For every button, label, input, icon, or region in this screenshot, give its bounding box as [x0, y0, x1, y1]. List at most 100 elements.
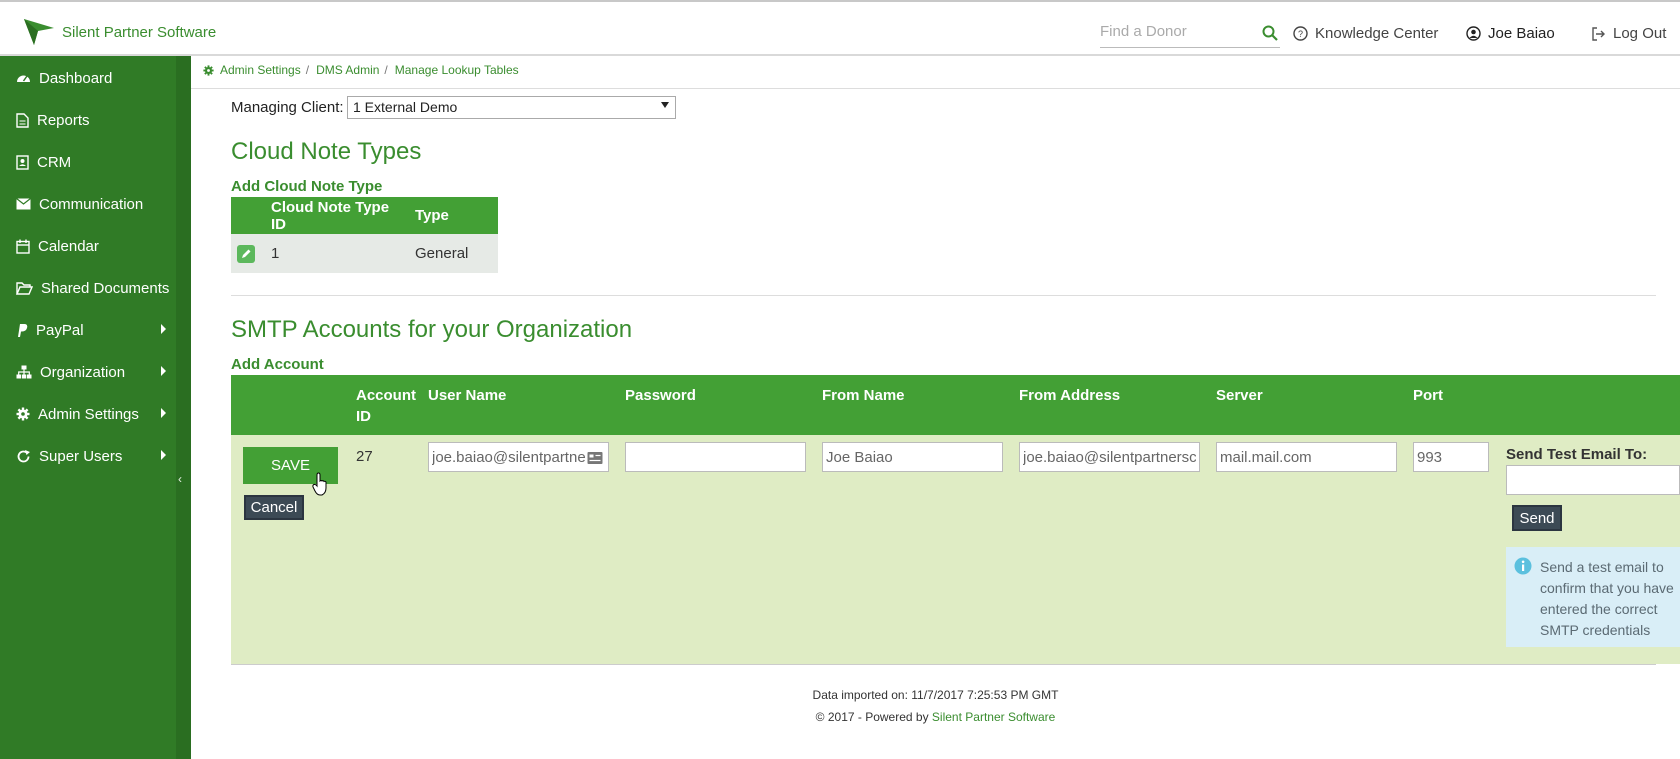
search-input[interactable] — [1100, 18, 1260, 44]
edit-cell — [231, 234, 265, 273]
managing-client-select[interactable]: 1 External Demo — [347, 96, 676, 119]
sidebar-item-label: Super Users — [39, 447, 123, 465]
sitemap-icon — [16, 365, 32, 379]
search-icon[interactable] — [1262, 25, 1278, 41]
brand[interactable]: Silent Partner Software — [22, 17, 216, 47]
logout-label: Log Out — [1613, 25, 1667, 42]
sidebar-item-label: Dashboard — [39, 69, 113, 87]
caret-right-icon — [161, 366, 166, 376]
sidebar-item-label: Communication — [39, 195, 144, 213]
cancel-button[interactable]: Cancel — [244, 495, 304, 520]
sidebar-item-reports[interactable]: Reports — [0, 100, 176, 140]
footer-brand-link[interactable]: Silent Partner Software — [932, 710, 1055, 724]
user-name-field[interactable] — [428, 442, 609, 472]
table-header-row: Account ID User Name Password From Name … — [231, 375, 1680, 435]
sidebar-item-organization[interactable]: Organization — [0, 352, 176, 392]
sidebar-item-label: Organization — [40, 363, 126, 381]
column-header-from-address: From Address — [1019, 387, 1121, 404]
document-icon — [16, 112, 29, 128]
sidebar-item-paypal[interactable]: PayPal — [0, 310, 176, 350]
sidebar-item-label: Shared Documents — [41, 279, 170, 297]
table-row-editing: SAVE Cancel 27 Send Test Email To: Send … — [231, 435, 1680, 664]
svg-text:?: ? — [1298, 29, 1303, 39]
user-name: Joe Baiao — [1488, 25, 1555, 42]
send-button[interactable]: Send — [1512, 505, 1562, 531]
sidebar-item-shared-documents[interactable]: Shared Documents — [0, 268, 176, 308]
breadcrumb-divider — [191, 88, 1680, 89]
footer-powered-by: © 2017 - Powered by Silent Partner Softw… — [191, 710, 1680, 724]
sidebar-item-label: Calendar — [38, 237, 99, 255]
sidebar-item-label: PayPal — [36, 321, 84, 339]
cloud-note-types-table: Cloud Note Type ID Type 1 General — [231, 197, 498, 273]
user-circle-icon — [1466, 26, 1481, 41]
cloud-note-type-id: 1 — [265, 234, 409, 273]
from-address-field[interactable] — [1019, 442, 1200, 472]
smtp-accounts-title: SMTP Accounts for your Organization — [231, 316, 633, 343]
sidebar-item-super-users[interactable]: Super Users — [0, 436, 176, 476]
folder-open-icon — [16, 281, 33, 295]
column-header-server: Server — [1216, 387, 1263, 404]
server-field[interactable] — [1216, 442, 1397, 472]
table-row: 1 General — [231, 234, 498, 273]
sidebar-item-admin-settings[interactable]: Admin Settings — [0, 394, 176, 434]
add-cloud-note-type-link[interactable]: Add Cloud Note Type — [231, 178, 382, 195]
sidebar-item-communication[interactable]: Communication — [0, 184, 176, 224]
dashboard-icon — [17, 75, 30, 82]
sidebar-item-dashboard[interactable]: Dashboard — [0, 58, 176, 98]
edit-button[interactable] — [237, 244, 255, 263]
section-divider — [231, 295, 1656, 296]
logout-link[interactable]: Log Out — [1591, 25, 1666, 42]
envelope-icon — [16, 198, 31, 210]
question-circle-icon: ? — [1293, 26, 1308, 41]
dropdown-arrow-icon — [661, 102, 669, 108]
import-timestamp: Data imported on: 11/7/2017 7:25:53 PM G… — [812, 688, 1059, 702]
top-header: Silent Partner Software ? Knowledge Cent… — [0, 0, 1680, 56]
pencil-icon — [242, 249, 251, 258]
sidebar-item-calendar[interactable]: Calendar — [0, 226, 176, 266]
column-header-from-name: From Name — [822, 387, 905, 404]
port-field[interactable] — [1413, 442, 1489, 472]
edit-column-header — [231, 197, 265, 234]
test-email-field[interactable] — [1506, 465, 1680, 495]
from-name-field[interactable] — [822, 442, 1003, 472]
breadcrumb-separator: / — [305, 63, 310, 77]
breadcrumb-separator: / — [384, 63, 388, 77]
calendar-icon — [16, 239, 30, 254]
breadcrumb-admin-settings[interactable]: Admin Settings — [220, 63, 301, 77]
gear-icon — [16, 407, 30, 421]
column-header-port: Port — [1413, 387, 1443, 404]
logo-icon — [24, 19, 54, 45]
smtp-accounts-table: Account ID User Name Password From Name … — [231, 375, 1680, 664]
collapse-arrow-icon[interactable]: ‹ — [178, 472, 182, 486]
contact-card-icon — [16, 154, 29, 170]
gear-icon — [203, 64, 214, 76]
breadcrumb: Admin Settings / DMS Admin / Manage Look… — [203, 63, 519, 77]
info-text: Send a test email to confirm that you ha… — [1540, 559, 1674, 638]
managing-client-value: 1 External Demo — [353, 99, 458, 115]
breadcrumb-manage-lookup-tables[interactable]: Manage Lookup Tables — [395, 63, 519, 77]
caret-right-icon — [161, 408, 166, 418]
column-header: Cloud Note Type ID — [265, 197, 409, 234]
user-menu[interactable]: Joe Baiao — [1466, 25, 1555, 42]
cloud-note-types-title: Cloud Note Types — [231, 138, 422, 165]
column-header-account-id: Account ID — [356, 387, 416, 425]
sidebar-item-crm[interactable]: CRM — [0, 142, 176, 182]
managing-client-label: Managing Client: — [231, 99, 344, 116]
donor-search — [1100, 18, 1280, 48]
brand-name: Silent Partner Software — [62, 23, 217, 41]
caret-right-icon — [161, 450, 166, 460]
knowledge-center-label: Knowledge Center — [1315, 25, 1439, 42]
column-header-password: Password — [625, 387, 696, 404]
column-header: Type — [409, 197, 498, 234]
autofill-card-icon[interactable] — [587, 451, 603, 465]
sidebar-collapse-bar[interactable] — [176, 56, 191, 759]
info-alert: Send a test email to confirm that you ha… — [1506, 547, 1680, 647]
breadcrumb-dms-admin[interactable]: DMS Admin — [316, 63, 379, 77]
cloud-note-type: General — [409, 234, 498, 273]
password-field[interactable] — [625, 442, 806, 472]
section-divider — [231, 664, 1656, 665]
account-id-value: 27 — [356, 448, 373, 465]
add-account-link[interactable]: Add Account — [231, 356, 324, 373]
info-circle-icon — [1514, 557, 1532, 575]
knowledge-center-link[interactable]: ? Knowledge Center — [1293, 25, 1438, 42]
